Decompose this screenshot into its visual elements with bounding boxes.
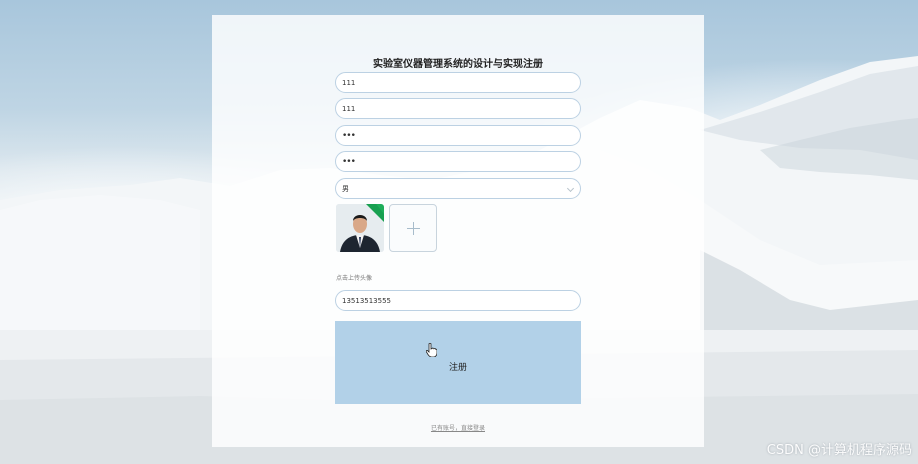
confirm-password-input[interactable]: ••• <box>335 151 581 172</box>
gender-selected-value: 男 <box>342 184 349 193</box>
chevron-down-icon <box>566 184 575 193</box>
login-link[interactable]: 已有账号，直接登录 <box>212 423 704 432</box>
password-input[interactable]: ••• <box>335 125 581 146</box>
upload-avatar-button[interactable] <box>389 204 437 252</box>
upload-hint: 点击上传头像 <box>336 275 373 282</box>
avatar-image <box>336 204 384 252</box>
avatar[interactable] <box>336 204 384 252</box>
name-input[interactable]: 111 <box>335 98 581 119</box>
register-button[interactable]: 注册 <box>335 321 581 404</box>
phone-input[interactable]: 13513513555 <box>335 290 581 311</box>
hand-pointer-icon <box>426 343 437 357</box>
username-input[interactable]: 111 <box>335 72 581 93</box>
watermark: CSDN @计算机程序源码 <box>766 443 912 458</box>
page-title: 实验室仪器管理系统的设计与实现注册 <box>373 59 543 70</box>
gender-select[interactable]: 男 <box>335 178 581 199</box>
